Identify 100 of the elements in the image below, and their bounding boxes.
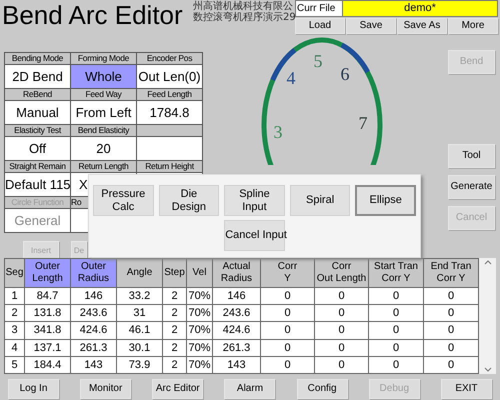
table-cell: 261.3 — [70, 339, 116, 356]
table-cell: 33.2 — [116, 288, 162, 305]
table-cell: 243.6 — [70, 304, 116, 322]
table-cell: 5 — [4, 356, 24, 374]
dialog-button[interactable]: Ellipse — [355, 185, 416, 216]
button[interactable]: Save — [346, 18, 396, 34]
table-cell: 70% — [186, 339, 212, 356]
column-header[interactable]: Vel — [186, 258, 212, 288]
table-cell: 2 — [162, 288, 186, 305]
scroll-up-icon[interactable] — [484, 260, 492, 265]
table-cell: 424.6 — [212, 322, 260, 340]
parameter-label: Return Length — [71, 161, 136, 172]
file-label: Curr File — [296, 1, 342, 16]
table-cell: 3 — [4, 322, 24, 340]
dialog-button[interactable]: Pressure Calc — [93, 185, 154, 216]
table-cell: 0 — [260, 288, 314, 305]
table-cell: 0 — [260, 304, 314, 322]
button[interactable]: EXIT — [440, 379, 492, 399]
table-cell: 0 — [368, 322, 424, 340]
button[interactable]: Monitor — [80, 379, 132, 399]
dialog-button[interactable]: Spline Input — [224, 185, 285, 216]
file-name-field[interactable]: demo* — [342, 1, 497, 16]
table-cell: 0 — [368, 288, 424, 305]
segment-number: 6 — [340, 64, 350, 84]
segment-number: 4 — [286, 68, 296, 88]
parameter-value[interactable]: Manual — [5, 101, 70, 124]
parameter-value[interactable]: 2D Bend — [5, 65, 70, 88]
table-cell: 131.8 — [24, 304, 70, 322]
parameter-label: Elasticity Test — [5, 125, 70, 136]
table-cell: 424.6 — [70, 322, 116, 340]
table-cell: 4 — [4, 339, 24, 356]
table-cell: 143 — [70, 356, 116, 374]
table-cell: 70% — [186, 356, 212, 374]
table-cell: 0 — [260, 356, 314, 374]
table-cell: 243.6 — [212, 304, 260, 322]
column-header[interactable]: Outer Radius — [70, 258, 116, 288]
parameter-label: Feed Way — [71, 89, 136, 100]
table-cell: 46.1 — [116, 322, 162, 340]
table-cell: 146 — [70, 288, 116, 305]
table-cell: 0 — [260, 322, 314, 340]
table-cell: 261.3 — [212, 339, 260, 356]
parameter-value[interactable]: 1784.8 — [137, 101, 202, 124]
scroll-down-icon[interactable] — [484, 367, 492, 372]
table-cell: 0 — [368, 339, 424, 356]
table-cell: 184.4 — [24, 356, 70, 374]
table-cell: 2 — [162, 322, 186, 340]
table-cell: 146 — [212, 288, 260, 305]
button[interactable]: Log In — [8, 379, 59, 399]
table-cell: 143 — [212, 356, 260, 374]
page-title: Bend Arc Editor — [1, 0, 184, 32]
parameter-label: ReBend — [5, 89, 70, 100]
parameter-label: Bending Mode — [5, 53, 70, 64]
dialog-button[interactable]: Cancel Input — [224, 220, 285, 251]
parameter-value[interactable]: Default 115 — [5, 173, 70, 196]
table-cell: 0 — [368, 356, 424, 374]
segment-number: 7 — [358, 113, 368, 133]
column-header[interactable]: Actual Radius — [212, 258, 260, 288]
column-header[interactable]: Start Tran Corr Y — [368, 258, 424, 288]
button[interactable]: Save As — [397, 18, 447, 34]
button[interactable]: Load — [295, 18, 345, 34]
button[interactable]: Arc Editor — [152, 379, 204, 399]
parameter-value[interactable]: Off — [5, 137, 70, 160]
parameter-label: Bend Elasticity — [71, 125, 136, 136]
table-cell: 0 — [314, 322, 368, 340]
table-cell: 0 — [260, 339, 314, 356]
parameter-label: Encoder Pos — [137, 53, 202, 64]
column-header[interactable]: End Tran Corr Y — [424, 258, 478, 288]
column-header[interactable]: Seg — [4, 258, 24, 288]
button[interactable]: Alarm — [224, 379, 276, 399]
company-text: 州高谱机械科技有限公 — [193, 1, 294, 12]
parameter-value[interactable]: From Left — [71, 101, 136, 124]
table-cell: 70% — [186, 288, 212, 305]
column-header[interactable]: Outer Length — [24, 258, 70, 288]
table-cell: 84.7 — [24, 288, 70, 305]
table-cell: 30.1 — [116, 339, 162, 356]
table-cell: 0 — [314, 356, 368, 374]
button[interactable]: More — [448, 18, 498, 34]
parameter-value[interactable]: 20 — [71, 137, 136, 160]
column-header[interactable]: Step — [162, 258, 186, 288]
table-cell: 0 — [314, 304, 368, 322]
scrollbar[interactable] — [479, 258, 496, 374]
parameter-value[interactable]: Out Len(0) — [137, 65, 202, 88]
button[interactable]: Tool — [448, 144, 495, 168]
parameter-label: Straight Remain — [5, 161, 70, 172]
table-cell: 70% — [186, 304, 212, 322]
table-cell: 73.9 — [116, 356, 162, 374]
button[interactable]: Generate — [448, 175, 495, 199]
parameter-label: Return Height — [137, 161, 202, 172]
parameter-value[interactable]: Whole — [71, 65, 136, 88]
table-cell: 0 — [314, 288, 368, 305]
column-header[interactable]: Angle — [116, 258, 162, 288]
button[interactable]: Config — [296, 379, 348, 399]
dialog-button[interactable]: Die Design — [158, 185, 220, 216]
column-header[interactable]: Corr Y — [260, 258, 314, 288]
table-cell: 2 — [162, 304, 186, 322]
column-header[interactable]: Corr Out Length — [314, 258, 368, 288]
parameter-label: Forming Mode — [71, 53, 136, 64]
table-cell: 2 — [162, 339, 186, 356]
dialog-button[interactable]: Spiral — [290, 185, 350, 216]
company-text: 数控滚弯机程序演示29 — [193, 12, 295, 23]
